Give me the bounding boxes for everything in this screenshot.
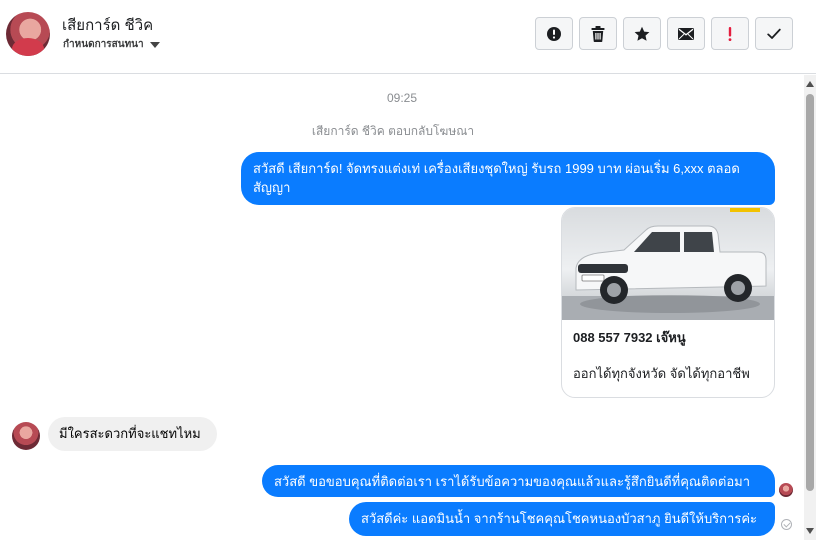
ad-card-description: ออกได้ทุกจังหวัด จัดได้ทุกอาชีพ [573, 366, 750, 381]
seen-indicator-avatar [779, 483, 793, 497]
star-icon [634, 26, 650, 42]
envelope-icon [678, 27, 694, 40]
email-button[interactable] [667, 17, 705, 50]
alert-circle-button[interactable] [535, 17, 573, 50]
message-thread: 09:25 เสียการ์ด ชีวิค ตอบกลับโฆษณา สวัสด… [0, 75, 804, 540]
important-button[interactable] [711, 17, 749, 50]
conversation-settings-dropdown[interactable]: กำหนดการสนทนา [63, 37, 160, 52]
scroll-up-arrow-icon[interactable] [806, 81, 814, 87]
caret-down-icon [149, 41, 160, 48]
exclamation-icon [727, 26, 733, 42]
alert-circle-icon [546, 26, 562, 42]
trash-icon [591, 25, 605, 42]
conversation-settings-label: กำหนดการสนทนา [63, 39, 144, 50]
outgoing-message[interactable]: สวัสดีค่ะ แอดมินน้ำ จากร้านโชคคุณโชคหนอง… [349, 502, 775, 536]
delete-button[interactable] [579, 17, 617, 50]
done-button[interactable] [755, 17, 793, 50]
ad-card-title: 088 557 7932 เจ๊หนู [573, 330, 686, 345]
star-button[interactable] [623, 17, 661, 50]
outgoing-message[interactable]: สวัสดี ขอขอบคุณที่ติดต่อเรา เราได้รับข้อ… [262, 465, 775, 497]
incoming-message[interactable]: มีใครสะดวกที่จะแชทไหม [48, 417, 217, 451]
ad-reply-note: เสียการ์ด ชีวิค ตอบกลับโฆษณา [311, 124, 475, 138]
pickup-truck-image [562, 208, 774, 320]
sent-check-icon [781, 519, 792, 530]
thread-scrollbar[interactable] [804, 75, 816, 540]
check-icon [767, 28, 781, 40]
conversation-toolbar [535, 17, 793, 50]
conversation-header: เสียการ์ด ชีวิค กำหนดการสนทนา [0, 0, 816, 74]
contact-avatar[interactable] [6, 12, 50, 56]
scrollbar-thumb[interactable] [806, 94, 814, 491]
contact-avatar-small [12, 422, 40, 450]
scroll-down-arrow-icon[interactable] [806, 528, 814, 534]
contact-name[interactable]: เสียการ์ด ชีวิค [62, 13, 153, 37]
outgoing-message[interactable]: สวัสดี เสียการ์ด! จัดทรงแต่งเท่ เครื่องเ… [241, 152, 775, 205]
ad-card-message[interactable]: 088 557 7932 เจ๊หนู ออกได้ทุกจังหวัด จัด… [561, 207, 775, 398]
message-timestamp: 09:25 [386, 91, 418, 105]
